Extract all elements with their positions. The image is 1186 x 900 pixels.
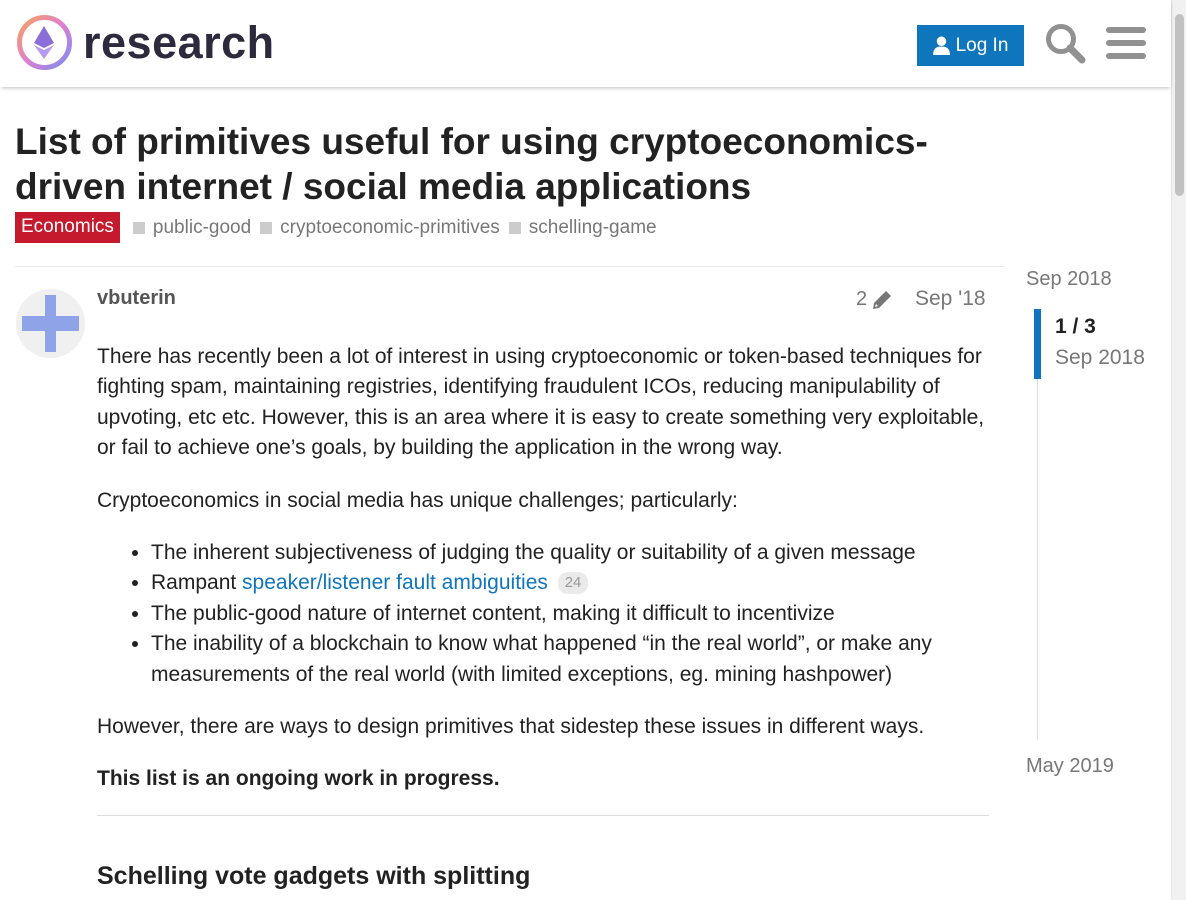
timeline-start-date[interactable]: Sep 2018 (1026, 268, 1112, 291)
post-paragraph: Cryptoeconomics in social media has uniq… (97, 488, 738, 512)
link-click-count: 24 (557, 572, 589, 595)
post-bold-note: This list is an ongoing work in progress… (97, 764, 989, 794)
tag-cryptoeconomic-primitives[interactable]: cryptoeconomic-primitives (260, 217, 500, 239)
topic-tags: Economics public-good cryptoeconomic-pri… (15, 212, 666, 243)
topic-title[interactable]: List of primitives useful for using cryp… (15, 119, 1005, 209)
page-scrollbar[interactable] (1171, 0, 1186, 900)
section-heading: Schelling vote gadgets with splitting (97, 862, 531, 890)
site-name: research (83, 17, 275, 68)
tag-schelling-game[interactable]: schelling-game (508, 216, 657, 239)
site-header: research Log In (0, 0, 1171, 87)
post-paragraph: There has recently been a lot of interes… (97, 345, 985, 460)
section-divider (97, 815, 989, 816)
post-divider (15, 266, 1004, 267)
avatar-icon (16, 289, 85, 358)
tag-square-icon (132, 221, 145, 234)
tag-label: public-good (152, 216, 252, 238)
edit-history-button[interactable]: 2 (856, 288, 893, 311)
tag-square-icon (508, 221, 521, 234)
challenges-list: The inherent subjectiveness of judging t… (151, 538, 989, 690)
category-badge[interactable]: Economics (15, 212, 120, 243)
list-item: The public-good nature of internet conte… (151, 599, 989, 629)
post-username[interactable]: vbuterin (97, 287, 176, 310)
pencil-icon (873, 290, 892, 309)
list-item-text: Rampant (151, 571, 243, 595)
avatar[interactable] (16, 289, 85, 358)
bold-note-text: This list is an ongoing work in progress… (97, 767, 500, 791)
list-item: The inherent subjectiveness of judging t… (151, 538, 989, 568)
list-item: Rampant speaker/listener fault ambiguiti… (151, 568, 989, 598)
login-button[interactable]: Log In (917, 25, 1024, 66)
site-logo[interactable]: research (16, 14, 275, 71)
list-item: The inability of a blockchain to know wh… (151, 629, 989, 690)
login-label: Log In (955, 34, 1009, 56)
timeline-position: 1 / 3 (1055, 315, 1096, 338)
search-icon[interactable] (1044, 22, 1086, 64)
logo-icon (17, 15, 72, 70)
scrollbar-thumb[interactable] (1175, 14, 1184, 196)
timeline-handle[interactable] (1034, 309, 1041, 379)
timeline-end-date[interactable]: May 2019 (1026, 755, 1114, 778)
tag-square-icon (260, 221, 273, 234)
tag-label: schelling-game (528, 216, 657, 238)
timeline-position-date: Sep 2018 (1055, 346, 1145, 369)
post-date[interactable]: Sep '18 (915, 287, 986, 311)
tag-public-good[interactable]: public-good (132, 216, 252, 239)
edit-count: 2 (856, 288, 868, 310)
post-body: There has recently been a lot of interes… (97, 342, 989, 817)
user-icon (932, 36, 950, 55)
post-paragraph: However, there are ways to design primit… (97, 715, 925, 739)
tag-label: cryptoeconomic-primitives (280, 216, 500, 238)
hamburger-menu-icon[interactable] (1106, 24, 1146, 62)
speaker-listener-link[interactable]: speaker/listener fault ambiguities (242, 571, 548, 594)
